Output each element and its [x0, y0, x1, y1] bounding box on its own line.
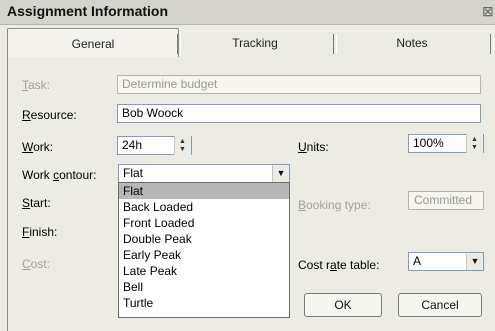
cancel-button[interactable]: Cancel — [398, 293, 482, 317]
window-title: Assignment Information — [7, 3, 169, 19]
tab-general-label: General — [71, 37, 115, 51]
list-item[interactable]: Double Peak — [119, 231, 289, 247]
tab-notes[interactable]: Notes — [336, 28, 488, 58]
work-contour-select[interactable]: Flat — [118, 164, 290, 183]
list-item[interactable]: Early Peak — [119, 247, 289, 263]
tab-general[interactable]: General — [7, 28, 179, 59]
work-contour-dropdown-list[interactable]: Flat Back Loaded Front Loaded Double Pea… — [118, 182, 290, 318]
ok-button[interactable]: OK — [304, 293, 382, 317]
booking-type-field: Committed — [408, 191, 484, 210]
cost-label: Cost: — [22, 257, 51, 271]
tab-notes-label: Notes — [396, 36, 428, 50]
list-item[interactable]: Bell — [119, 279, 289, 295]
tab-tracking-label: Tracking — [232, 36, 278, 50]
work-contour-label: Work contour: — [22, 168, 97, 182]
chevron-down-icon[interactable]: ▼ — [466, 253, 483, 270]
units-spinner[interactable]: ▲ ▼ — [466, 134, 483, 153]
booking-type-label: Booking type: — [298, 198, 371, 212]
task-field: Determine budget — [117, 75, 481, 94]
spin-up-icon[interactable]: ▲ — [471, 136, 478, 143]
close-icon[interactable]: ⊠ — [482, 3, 495, 19]
list-item[interactable]: Late Peak — [119, 263, 289, 279]
units-label: Units: — [298, 140, 329, 154]
cost-rate-table-label: Cost rate table: — [298, 258, 380, 272]
list-item[interactable]: Turtle — [119, 295, 289, 311]
work-spinner[interactable]: ▲ ▼ — [174, 136, 191, 155]
list-item[interactable]: Flat — [119, 183, 289, 199]
list-item[interactable]: Front Loaded — [119, 215, 289, 231]
list-item[interactable]: Back Loaded — [119, 199, 289, 215]
tab-strip: General Tracking Notes — [7, 28, 495, 59]
assignment-information-dialog: Assignment Information ⊠ General Trackin… — [0, 0, 495, 331]
finish-label: Finish: — [22, 225, 58, 239]
spin-down-icon[interactable]: ▼ — [179, 146, 186, 153]
work-label: Work: — [22, 140, 54, 154]
resource-field[interactable]: Bob Woock — [117, 104, 481, 123]
resource-label: Resource: — [22, 108, 77, 122]
title-bar[interactable]: Assignment Information ⊠ — [0, 0, 495, 25]
task-label: Task: — [22, 78, 51, 92]
start-label: Start: — [22, 196, 51, 210]
tab-tracking[interactable]: Tracking — [180, 28, 330, 58]
spin-down-icon[interactable]: ▼ — [471, 144, 478, 151]
tab-separator — [490, 34, 494, 54]
chevron-down-icon[interactable]: ▼ — [272, 165, 289, 182]
spin-up-icon[interactable]: ▲ — [179, 138, 186, 145]
